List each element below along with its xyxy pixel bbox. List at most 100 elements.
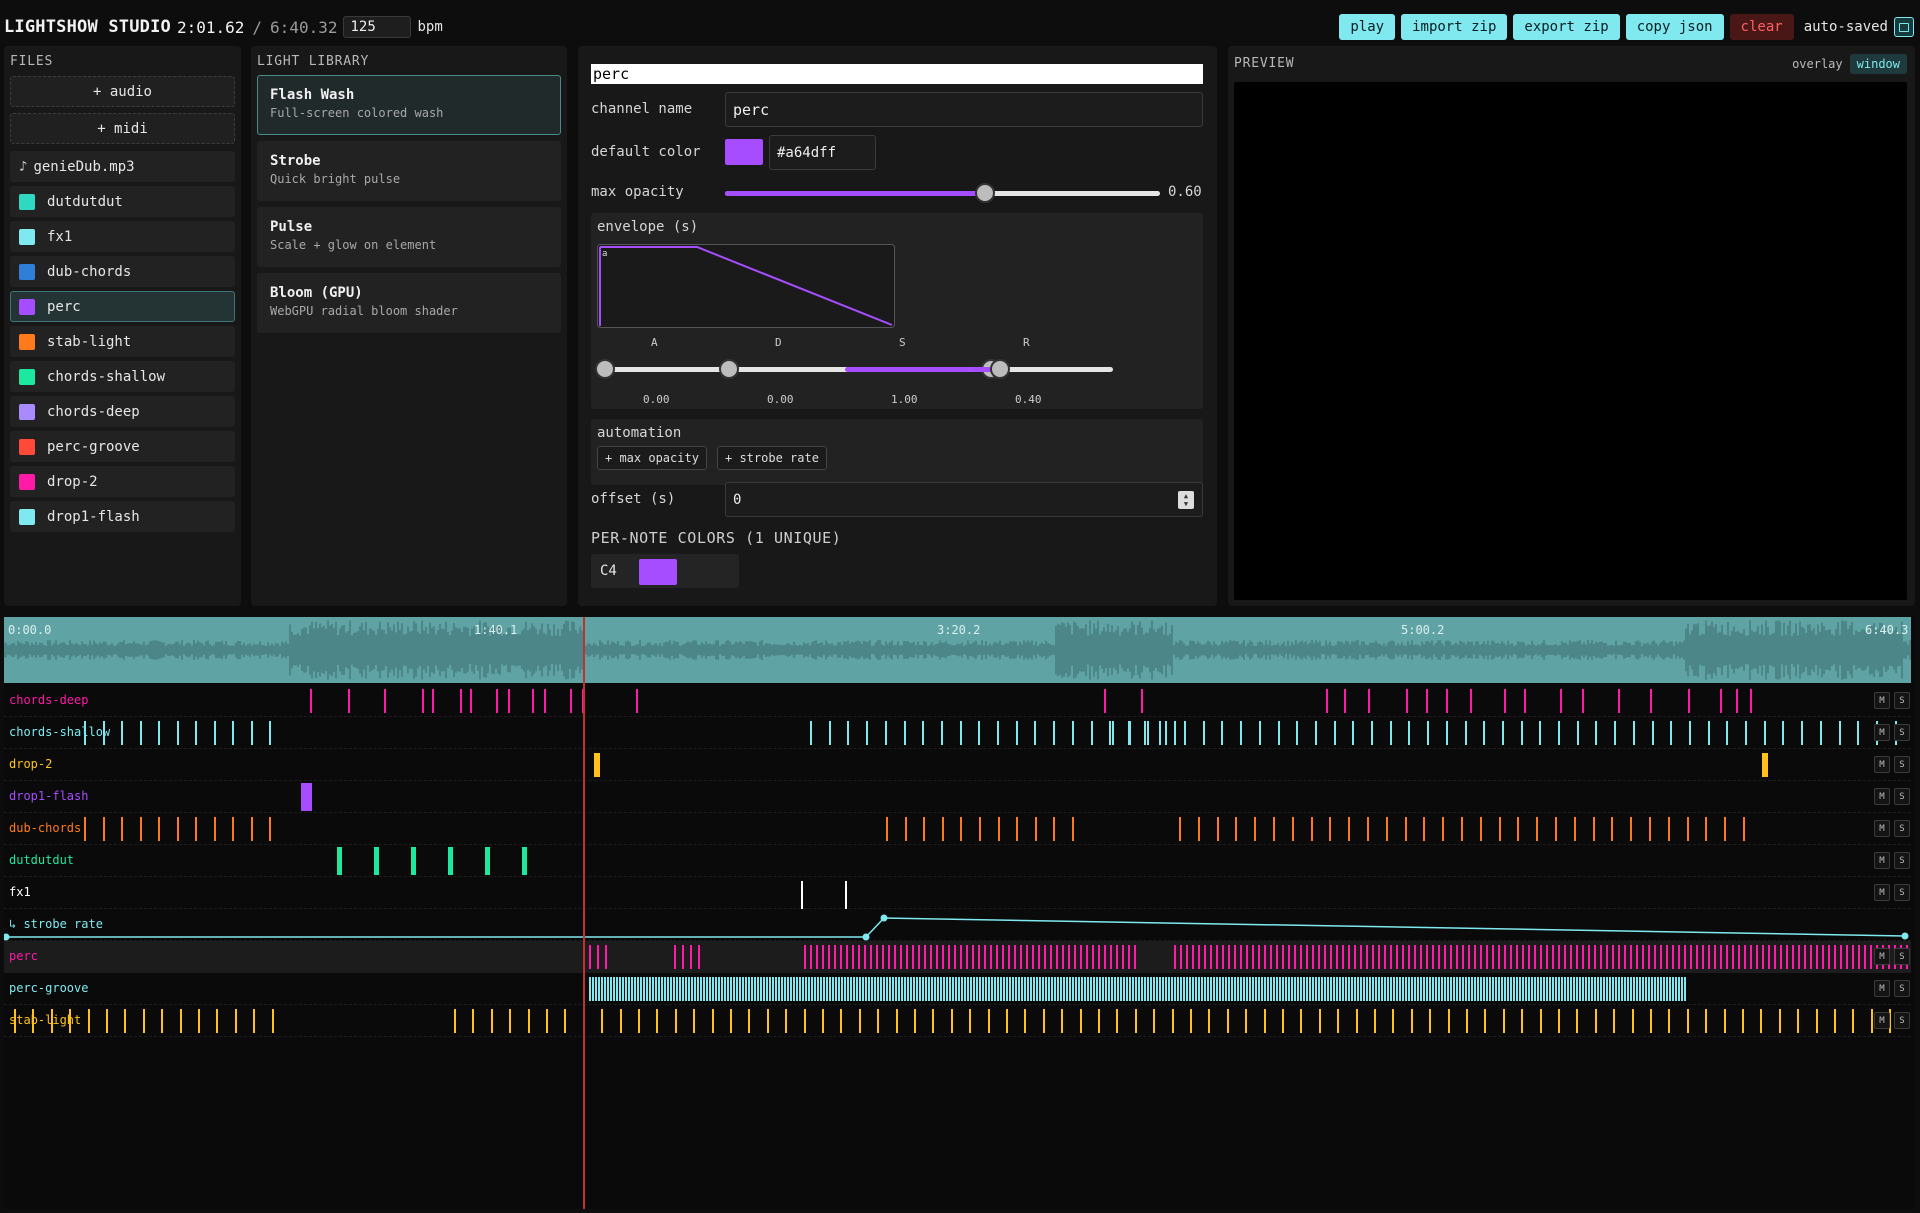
note-event[interactable]: [1852, 1009, 1854, 1033]
solo-button[interactable]: S: [1894, 788, 1910, 805]
note-event[interactable]: [1180, 945, 1182, 969]
note-event[interactable]: [1203, 721, 1205, 745]
note-event[interactable]: [700, 977, 702, 1001]
note-event[interactable]: [889, 977, 891, 1001]
note-event[interactable]: [1002, 945, 1004, 969]
note-event[interactable]: [1105, 977, 1107, 1001]
channel-item-perc[interactable]: perc: [10, 291, 235, 322]
note-event[interactable]: [1276, 977, 1278, 1001]
note-event[interactable]: [1128, 945, 1130, 969]
note-event[interactable]: [1198, 817, 1200, 841]
note-event[interactable]: [610, 977, 612, 1001]
note-event[interactable]: [1009, 977, 1011, 1001]
note-event[interactable]: [1240, 721, 1242, 745]
note-event[interactable]: [1652, 721, 1654, 745]
note-event[interactable]: [1426, 977, 1428, 1001]
note-event[interactable]: [996, 945, 998, 969]
note-event[interactable]: [1642, 945, 1644, 969]
note-event[interactable]: [1109, 721, 1111, 745]
note-event[interactable]: [1414, 977, 1416, 1001]
note-event[interactable]: [769, 977, 771, 1001]
note-event[interactable]: [1396, 977, 1398, 1001]
note-event[interactable]: [1720, 689, 1722, 713]
note-event[interactable]: [1858, 945, 1860, 969]
note-event[interactable]: [232, 817, 234, 841]
channel-item-chords-shallow[interactable]: chords-shallow: [10, 361, 235, 392]
note-event[interactable]: [597, 945, 599, 969]
note-event[interactable]: [787, 977, 789, 1001]
note-event[interactable]: [1786, 945, 1788, 969]
note-event[interactable]: [1116, 945, 1118, 969]
note-event[interactable]: [1649, 817, 1651, 841]
note-event[interactable]: [631, 977, 633, 1001]
note-event[interactable]: [1327, 977, 1329, 1001]
note-event[interactable]: [1235, 817, 1237, 841]
note-event[interactable]: [1375, 977, 1377, 1001]
note-event[interactable]: [952, 977, 954, 1001]
note-event[interactable]: [1600, 977, 1602, 1001]
note-event[interactable]: [1246, 945, 1248, 969]
note-event[interactable]: [682, 945, 684, 969]
note-event[interactable]: [1053, 817, 1055, 841]
note-event[interactable]: [1204, 945, 1206, 969]
note-event[interactable]: [1186, 945, 1188, 969]
note-event[interactable]: [1132, 977, 1134, 1001]
note-event[interactable]: [1078, 977, 1080, 1001]
note-event[interactable]: [649, 977, 651, 1001]
note-event[interactable]: [1432, 945, 1434, 969]
note-event[interactable]: [619, 977, 621, 1001]
note-event[interactable]: [570, 689, 572, 713]
note-event[interactable]: [1282, 945, 1284, 969]
note-event[interactable]: [1035, 817, 1037, 841]
note-event[interactable]: [1042, 977, 1044, 1001]
note-event[interactable]: [1367, 817, 1369, 841]
note-event[interactable]: [1201, 977, 1203, 1001]
note-event[interactable]: [1267, 977, 1269, 1001]
note-event[interactable]: [1228, 977, 1230, 1001]
note-event[interactable]: [1018, 977, 1020, 1001]
note-event[interactable]: [730, 1009, 732, 1033]
adsr-slider-d[interactable]: [719, 359, 865, 379]
note-event[interactable]: [1417, 977, 1419, 1001]
note-event[interactable]: [790, 977, 792, 1001]
note-event[interactable]: [1348, 945, 1350, 969]
note-event[interactable]: [1384, 977, 1386, 1001]
note-event[interactable]: [913, 977, 915, 1001]
note-event[interactable]: [960, 945, 962, 969]
note-event[interactable]: [1300, 945, 1302, 969]
note-event[interactable]: [853, 977, 855, 1001]
note-event[interactable]: [1117, 977, 1119, 1001]
note-event[interactable]: [1091, 721, 1093, 745]
note-event[interactable]: [1456, 977, 1458, 1001]
note-event[interactable]: [997, 721, 999, 745]
note-event[interactable]: [235, 1009, 237, 1033]
note-event[interactable]: [978, 945, 980, 969]
note-event[interactable]: [253, 1009, 255, 1033]
note-event[interactable]: [1564, 945, 1566, 969]
note-event[interactable]: [924, 945, 926, 969]
note-event[interactable]: [1705, 1009, 1707, 1033]
note-event[interactable]: [852, 945, 854, 969]
note-event[interactable]: [840, 1009, 842, 1033]
note-event[interactable]: [1678, 945, 1680, 969]
note-event[interactable]: [1147, 977, 1149, 1001]
note-event[interactable]: [896, 1009, 898, 1033]
note-event[interactable]: [1016, 721, 1018, 745]
mute-button[interactable]: M: [1874, 1012, 1890, 1029]
note-event[interactable]: [988, 977, 990, 1001]
note-event[interactable]: [1736, 689, 1738, 713]
note-event[interactable]: [1153, 977, 1155, 1001]
note-event[interactable]: [951, 1009, 953, 1033]
note-event[interactable]: [1050, 945, 1052, 969]
note-event[interactable]: [1255, 977, 1257, 1001]
note-event[interactable]: [1234, 977, 1236, 1001]
note-event[interactable]: [1114, 977, 1116, 1001]
note-event[interactable]: [1708, 945, 1710, 969]
note-event[interactable]: [1588, 977, 1590, 1001]
note-event[interactable]: [1470, 689, 1472, 713]
note-event[interactable]: [1311, 817, 1313, 841]
note-event[interactable]: [1801, 721, 1803, 745]
note-event[interactable]: [1330, 945, 1332, 969]
note-event[interactable]: [1720, 945, 1722, 969]
note-event[interactable]: [1503, 1009, 1505, 1033]
